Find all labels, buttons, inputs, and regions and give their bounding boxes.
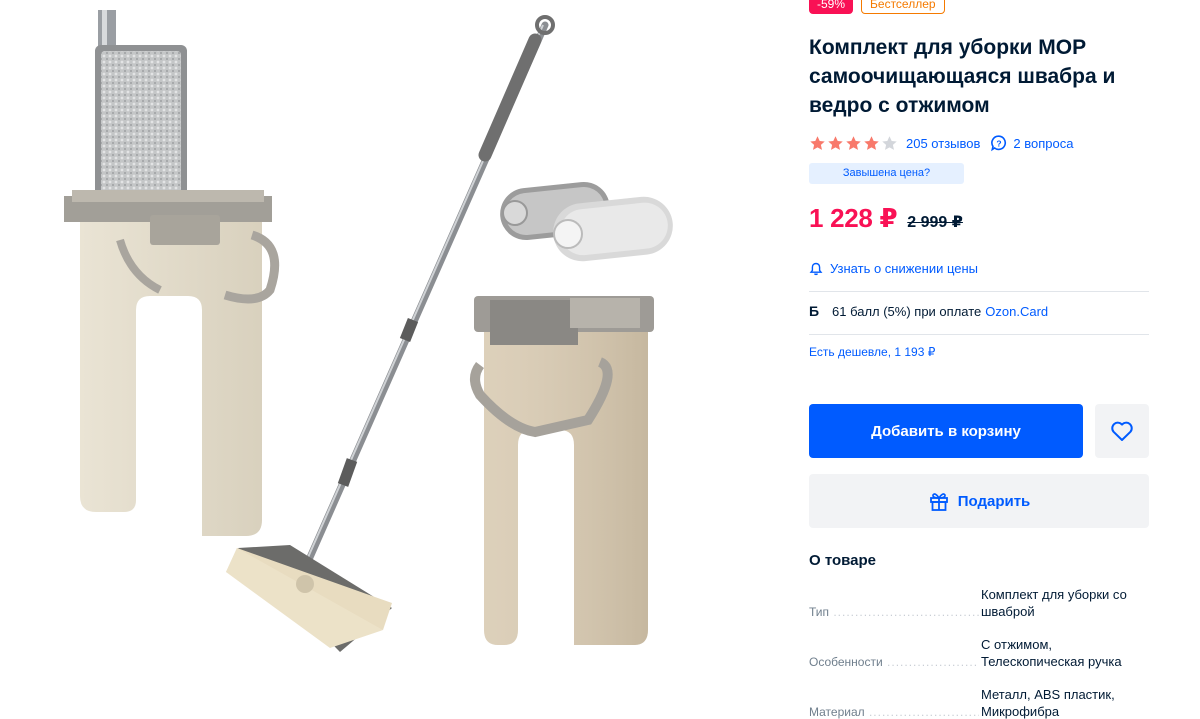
bonus-icon: Б bbox=[809, 303, 820, 319]
spec-value: С отжимом, Телескопическая ручка bbox=[981, 637, 1122, 669]
bell-icon bbox=[809, 262, 823, 275]
rating-row: 205 отзывов ? 2 вопроса bbox=[809, 133, 1073, 153]
star-icon bbox=[846, 135, 861, 150]
favorite-button[interactable] bbox=[1095, 404, 1149, 458]
ozon-card-link[interactable]: Ozon.Card bbox=[985, 304, 1048, 319]
rating-stars[interactable] bbox=[809, 135, 898, 152]
divider bbox=[809, 291, 1149, 292]
right-bucket bbox=[470, 296, 654, 645]
price-block: 1 228 ₽ 2 999 ₽ bbox=[809, 203, 963, 234]
spec-value: Металл, ABS пластик, Микрофибра bbox=[981, 687, 1115, 719]
product-info: -59% Бестселлер Комплект для уборки МОР … bbox=[809, 0, 1149, 719]
star-icon bbox=[864, 135, 879, 150]
product-gallery[interactable] bbox=[0, 0, 780, 719]
discount-badge: -59% bbox=[809, 0, 854, 14]
spec-key: Тип bbox=[809, 605, 979, 619]
about-heading: О товаре bbox=[809, 552, 877, 569]
gift-label: Подарить bbox=[957, 492, 1031, 510]
bestseller-badge: Бестселлер bbox=[861, 0, 945, 14]
star-icon bbox=[828, 135, 843, 150]
cheaper-offer-link[interactable]: Есть дешевле, 1 193 ₽ bbox=[809, 345, 935, 359]
price-feedback-button[interactable]: Завышена цена? bbox=[809, 163, 964, 184]
old-price: 2 999 ₽ bbox=[907, 214, 963, 231]
price-drop-notify-link[interactable]: Узнать о снижении цены bbox=[809, 261, 978, 276]
star-icon bbox=[882, 135, 897, 150]
spec-key: Материал bbox=[809, 705, 979, 719]
price-drop-notify-label: Узнать о снижении цены bbox=[830, 261, 979, 276]
product-title: Комплект для уборки МОР самоочищающаяся … bbox=[809, 36, 1116, 117]
current-price: 1 228 ₽ bbox=[809, 203, 898, 233]
add-to-cart-button[interactable]: Добавить в корзину bbox=[809, 404, 1083, 458]
question-bubble-icon: ? bbox=[991, 135, 1007, 152]
svg-text:?: ? bbox=[997, 138, 1002, 148]
product-image bbox=[40, 10, 673, 652]
spare-pads bbox=[500, 181, 673, 262]
spec-key: Особенности bbox=[809, 655, 979, 669]
spec-row-features: Особенности С отжимом, Телескопическая р… bbox=[809, 636, 1149, 676]
reviews-link[interactable]: 205 отзывов bbox=[906, 136, 980, 151]
badges: -59% Бестселлер bbox=[809, 0, 945, 14]
gift-icon bbox=[929, 493, 948, 511]
spec-value: Комплект для уборки со шваброй bbox=[981, 587, 1127, 619]
bonus-text: 61 балл (5%) при оплате bbox=[832, 303, 982, 319]
spec-row-material: Материал Металл, ABS пластик, Микрофибра bbox=[809, 686, 1149, 719]
spec-row-type: Тип Комплект для уборки со шваброй bbox=[809, 586, 1149, 626]
heart-icon bbox=[1111, 421, 1133, 441]
star-icon bbox=[810, 135, 825, 150]
bonus-row: Б 61 балл (5%) при оплате Ozon.Card bbox=[809, 303, 1048, 319]
questions-link[interactable]: 2 вопроса bbox=[1013, 136, 1073, 151]
gift-button[interactable]: Подарить bbox=[809, 474, 1149, 528]
divider bbox=[809, 334, 1149, 335]
